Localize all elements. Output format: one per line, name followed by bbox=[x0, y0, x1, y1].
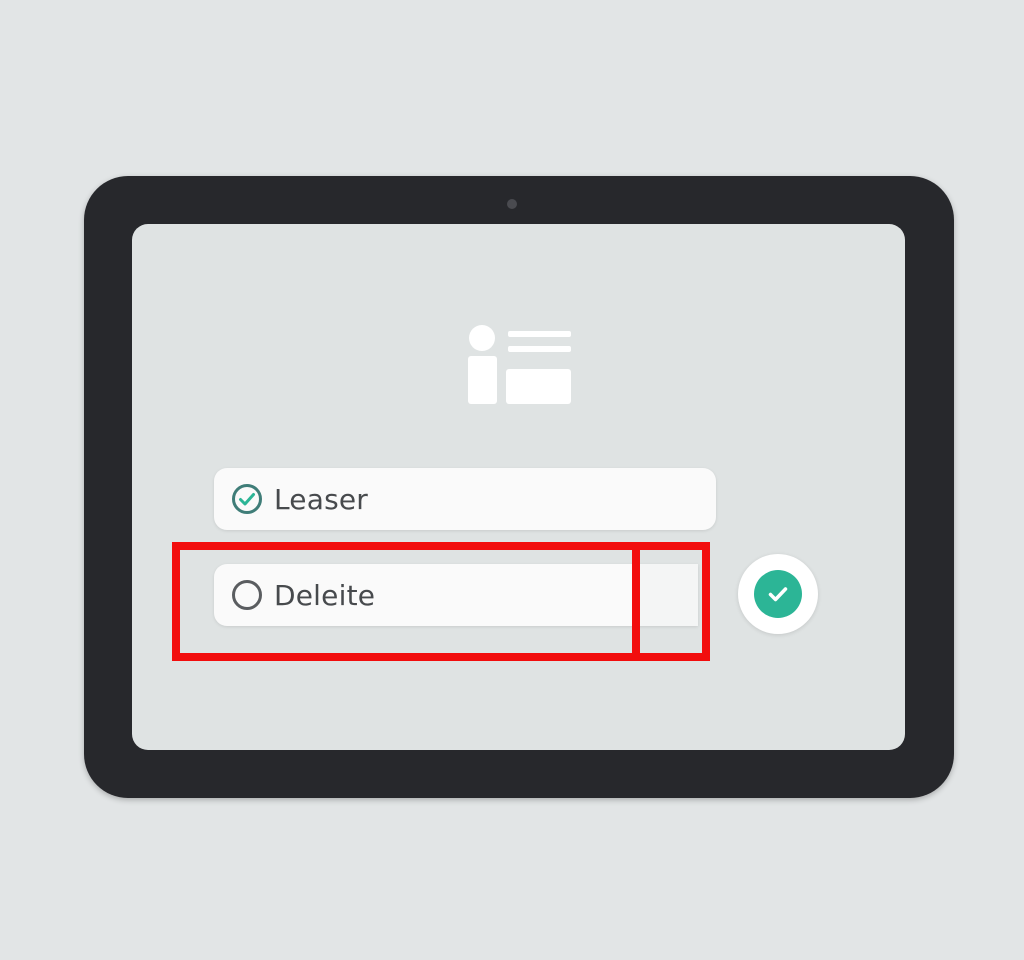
option-delete-extension[interactable] bbox=[638, 564, 698, 626]
option-leaser-label: Leaser bbox=[274, 482, 369, 516]
option-leaser[interactable]: Leaser bbox=[214, 468, 716, 530]
confirm-badge bbox=[754, 570, 802, 618]
option-delete[interactable]: Deleite bbox=[214, 564, 638, 626]
tablet-screen: Leaser Deleite bbox=[132, 224, 905, 750]
checkmark-icon bbox=[768, 587, 788, 602]
id-card-icon bbox=[468, 325, 571, 404]
empty-circle-icon bbox=[231, 579, 263, 611]
check-circle-icon bbox=[231, 483, 263, 515]
confirm-button[interactable] bbox=[738, 554, 818, 634]
front-camera bbox=[507, 199, 517, 209]
tablet-device: Leaser Deleite bbox=[84, 176, 954, 798]
option-delete-label: Deleite bbox=[274, 578, 376, 612]
